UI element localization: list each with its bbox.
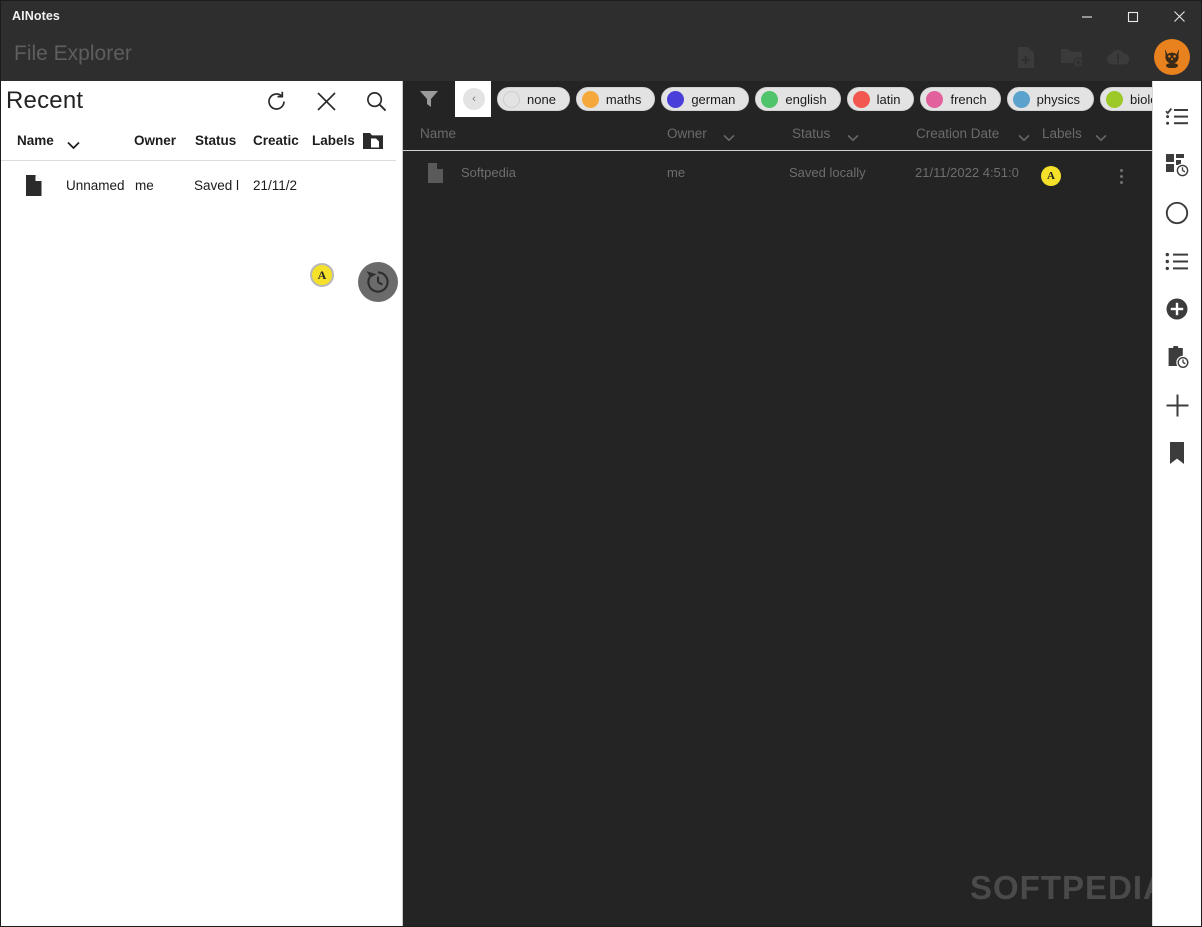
- add-circle-icon[interactable]: [1153, 285, 1201, 333]
- clipboard-history-icon[interactable]: [1153, 333, 1201, 381]
- folder-file-icon[interactable]: [362, 131, 384, 156]
- plus-icon[interactable]: [1153, 381, 1201, 429]
- label-chip-french[interactable]: french: [920, 87, 1000, 111]
- cell-status: Saved locally: [789, 165, 866, 180]
- column-header-status[interactable]: Status: [195, 133, 236, 148]
- filter-icon[interactable]: [403, 81, 455, 117]
- new-file-icon[interactable]: [1010, 41, 1042, 73]
- label-filter-bar: ‹ none maths german english: [403, 81, 1152, 117]
- right-toolbar: [1152, 81, 1201, 926]
- label-chip-german[interactable]: german: [661, 87, 749, 111]
- chip-color-dot: [1106, 91, 1123, 108]
- window-controls: [1064, 0, 1202, 33]
- recent-column-headers: Name Owner Status Creatic Labels: [1, 125, 396, 161]
- column-header-name[interactable]: Name: [17, 133, 54, 148]
- file-column-headers: Name Owner Status Creation Date Labels: [403, 117, 1152, 151]
- chip-scroll-left-wrap: ‹: [455, 81, 491, 117]
- label-chip-english[interactable]: english: [755, 87, 840, 111]
- chevron-down-icon[interactable]: [1095, 129, 1107, 147]
- chip-label: none: [527, 92, 556, 107]
- table-history-icon[interactable]: [1153, 141, 1201, 189]
- label-chip-none[interactable]: none: [497, 87, 570, 111]
- label-chip-physics[interactable]: physics: [1007, 87, 1094, 111]
- label-chip-list[interactable]: ‹ none maths german english: [455, 81, 1152, 117]
- recent-title: Recent: [6, 87, 83, 115]
- file-icon: [427, 162, 444, 188]
- header-bar: File Explorer: [0, 33, 1202, 81]
- title-bar: AINotes: [0, 0, 1202, 33]
- search-icon[interactable]: [362, 86, 390, 116]
- chip-label: english: [785, 92, 826, 107]
- circle-icon[interactable]: [1153, 189, 1201, 237]
- chip-color-dot: [582, 91, 599, 108]
- close-button[interactable]: [1156, 0, 1202, 33]
- chip-label: french: [950, 92, 986, 107]
- chevron-down-icon[interactable]: [847, 129, 859, 147]
- chip-color-dot: [503, 91, 520, 108]
- watermark: SOFTPEDIA: [970, 869, 1152, 907]
- bullet-list-icon[interactable]: [1153, 237, 1201, 285]
- new-folder-icon[interactable]: [1056, 41, 1088, 73]
- label-chip-maths[interactable]: maths: [576, 87, 655, 111]
- chip-label: maths: [606, 92, 641, 107]
- label-badge[interactable]: A: [1041, 166, 1061, 186]
- table-row[interactable]: Unnamed me Saved l 21/11/2: [1, 161, 402, 213]
- kebab-menu-icon[interactable]: [1114, 165, 1128, 187]
- chip-color-dot: [853, 91, 870, 108]
- cell-creation: 21/11/2: [253, 178, 301, 193]
- cell-name: Softpedia: [461, 165, 516, 180]
- label-chip-biology[interactable]: biology: [1100, 87, 1152, 111]
- cell-owner: me: [135, 178, 187, 193]
- close-icon[interactable]: [312, 86, 340, 116]
- chip-label: biology: [1130, 92, 1152, 107]
- chip-label: latin: [877, 92, 901, 107]
- recent-panel-tools: [262, 86, 390, 116]
- column-header-owner[interactable]: Owner: [667, 126, 707, 141]
- chip-color-dot: [667, 91, 684, 108]
- chevron-down-icon[interactable]: [723, 129, 735, 147]
- recent-panel-header: Recent: [1, 81, 402, 125]
- refresh-icon[interactable]: [262, 86, 290, 116]
- cell-status: Saved l: [194, 178, 244, 193]
- watermark-text: SOFTPEDIA: [970, 869, 1152, 906]
- user-avatar-cat[interactable]: [1154, 39, 1190, 75]
- chip-label: german: [691, 92, 735, 107]
- column-header-status[interactable]: Status: [792, 126, 830, 141]
- chip-color-dot: [926, 91, 943, 108]
- label-badge[interactable]: A: [310, 263, 334, 287]
- chip-color-dot: [1013, 91, 1030, 108]
- label-chip-latin[interactable]: latin: [847, 87, 915, 111]
- column-header-creation[interactable]: Creation Date: [916, 126, 999, 141]
- app-title: AINotes: [12, 9, 60, 23]
- file-list-panel: ‹ none maths german english: [403, 81, 1152, 926]
- column-header-labels[interactable]: Labels: [1042, 126, 1082, 141]
- page-title: File Explorer: [14, 42, 132, 66]
- table-row[interactable]: Softpedia me Saved locally 21/11/2022 4:…: [403, 151, 1152, 195]
- header-actions: [1010, 33, 1194, 81]
- bookmark-icon[interactable]: [1153, 429, 1201, 477]
- chip-label: physics: [1037, 92, 1080, 107]
- column-header-name[interactable]: Name: [420, 126, 456, 141]
- cell-name: Unnamed: [66, 178, 126, 193]
- chip-color-dot: [761, 91, 778, 108]
- checklist-icon[interactable]: [1153, 93, 1201, 141]
- recent-panel: Recent: [1, 81, 403, 926]
- cell-owner: me: [667, 165, 685, 180]
- chevron-down-icon[interactable]: [1018, 129, 1030, 147]
- chevron-down-icon[interactable]: [67, 137, 80, 155]
- file-icon: [25, 174, 43, 202]
- cell-creation: 21/11/2022 4:51:0: [915, 165, 1019, 180]
- minimize-button[interactable]: [1064, 0, 1110, 33]
- cloud-alert-icon[interactable]: [1102, 41, 1134, 73]
- history-icon[interactable]: [358, 262, 398, 302]
- application-window: AINotes File Explorer: [0, 0, 1202, 927]
- scroll-left-button[interactable]: ‹: [463, 88, 485, 110]
- column-header-creation[interactable]: Creatic: [253, 133, 299, 148]
- column-header-owner[interactable]: Owner: [134, 133, 176, 148]
- maximize-button[interactable]: [1110, 0, 1156, 33]
- column-header-labels[interactable]: Labels: [312, 133, 355, 148]
